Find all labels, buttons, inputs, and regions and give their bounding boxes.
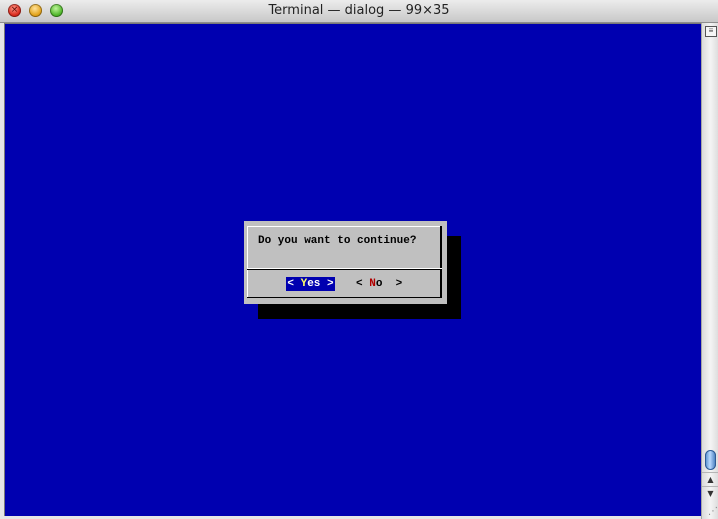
dialog-frame-right [440, 226, 442, 298]
title-bar[interactable]: × Terminal — dialog — 99×35 [0, 0, 718, 23]
yes-button-open: < [287, 278, 301, 290]
terminal-screen[interactable]: Do you want to continue? < Yes > < No > [4, 23, 701, 516]
resize-grip-icon[interactable]: ⋰ [701, 505, 718, 519]
yes-button[interactable]: < Yes > [286, 277, 335, 291]
scroll-down-icon[interactable]: ▼ [702, 486, 718, 501]
dialog-frame-top [247, 226, 442, 227]
no-button-close: > [382, 278, 403, 290]
yesno-dialog: Do you want to continue? < Yes > < No > [244, 221, 447, 304]
scroll-thumb[interactable] [705, 450, 716, 470]
dialog-frame-bottom [247, 297, 442, 298]
window-title: Terminal — dialog — 99×35 [268, 3, 450, 18]
dialog-prompt: Do you want to continue? [258, 235, 417, 247]
scroll-up-icon[interactable]: ▲ [702, 472, 718, 487]
no-button-hotkey: N [369, 278, 376, 290]
yes-button-rest: es [307, 278, 321, 290]
vertical-scrollbar[interactable]: ≡ ▲ ▼ [701, 23, 718, 519]
no-button-open: < [356, 278, 370, 290]
split-pane-icon[interactable]: ≡ [705, 26, 717, 37]
terminal-window: × Terminal — dialog — 99×35 Do you want … [0, 0, 718, 519]
dialog-frame-left [247, 226, 248, 298]
dialog-separator [247, 268, 442, 270]
no-button[interactable]: < No > [356, 277, 402, 291]
yes-button-close: > [320, 278, 334, 290]
